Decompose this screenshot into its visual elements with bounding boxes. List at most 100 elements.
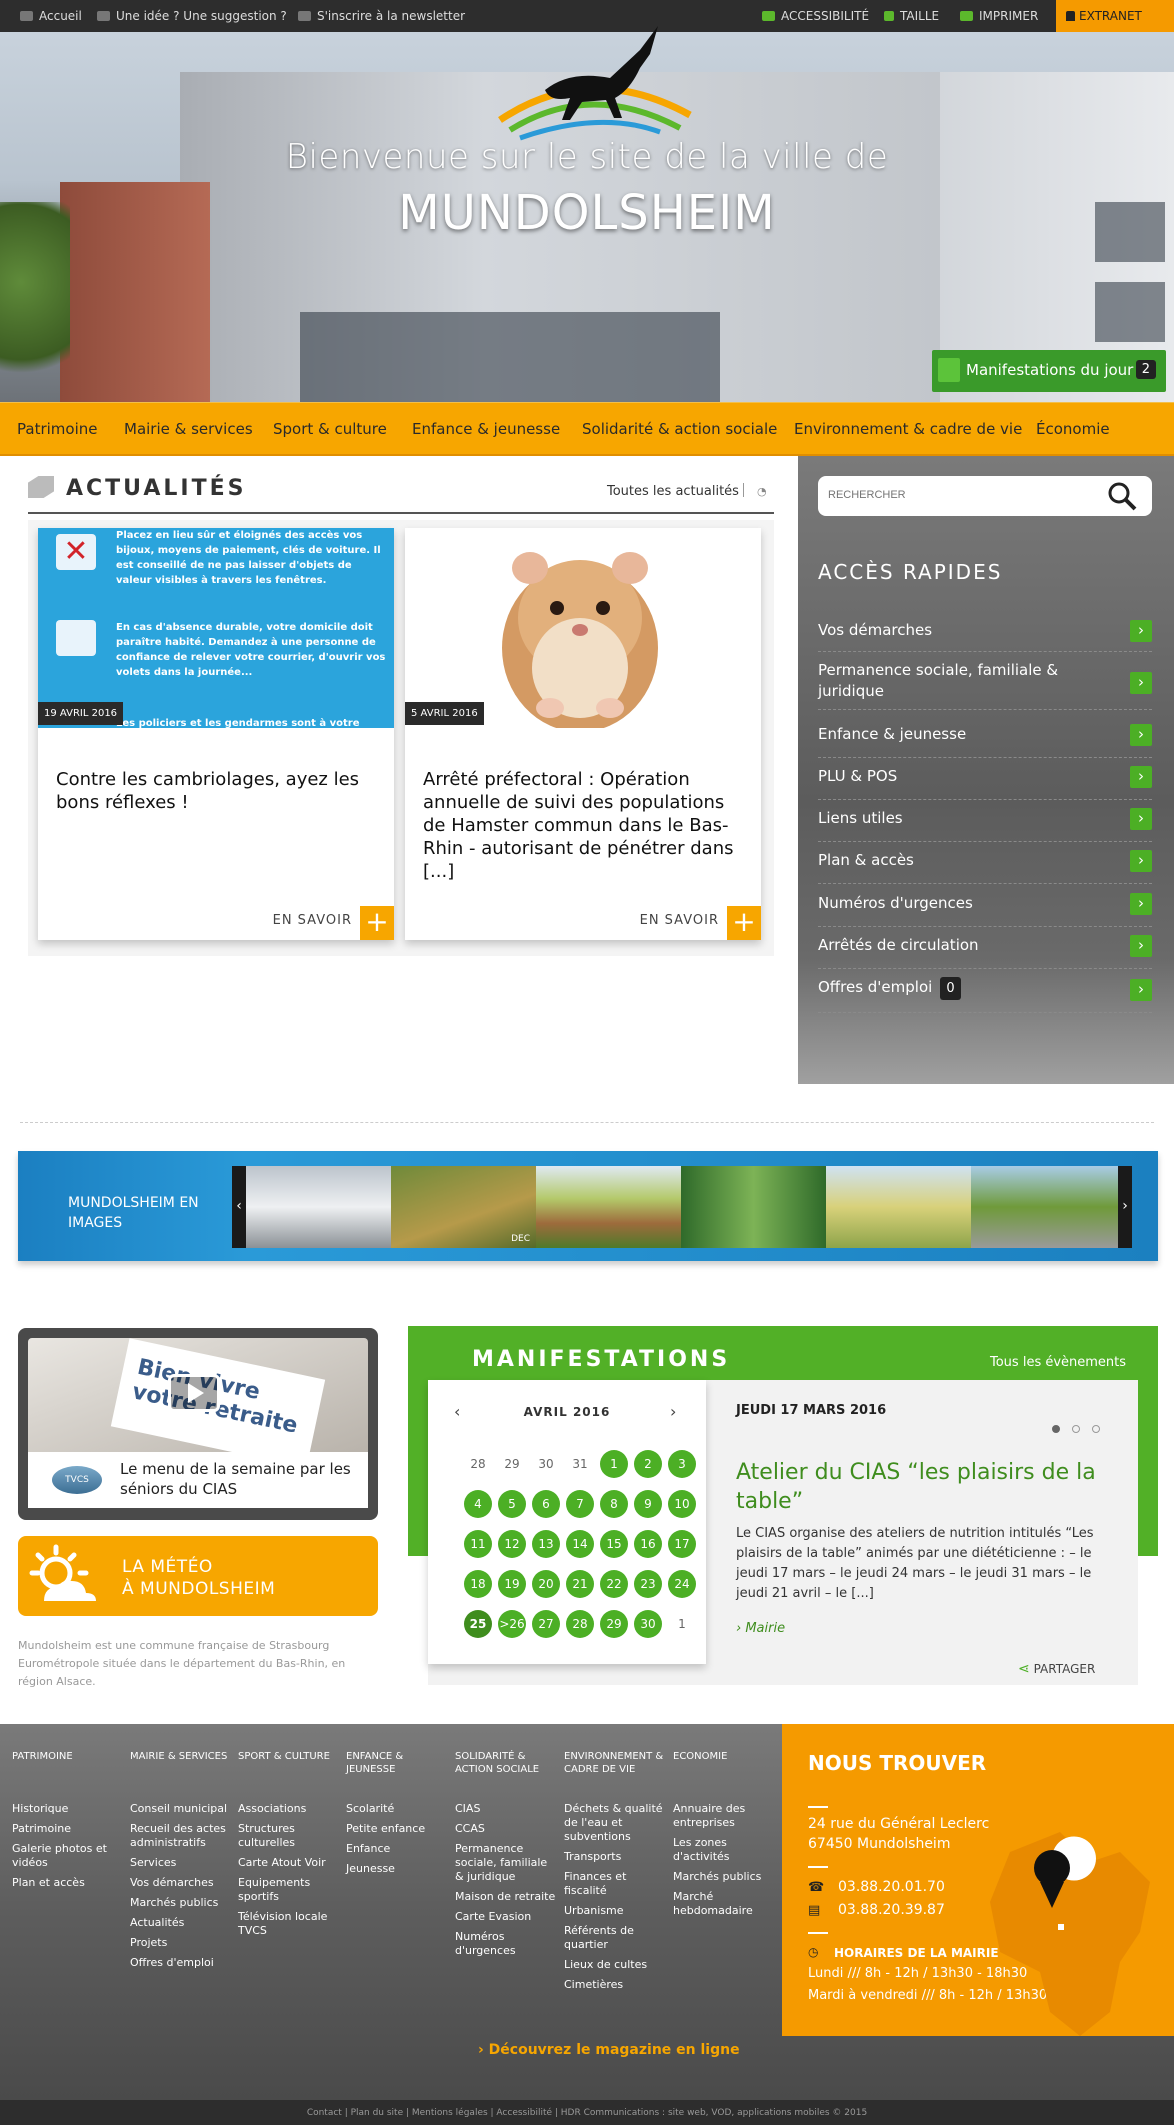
footer-link[interactable]: CIAS: [455, 1802, 557, 1816]
calendar-day[interactable]: 30: [634, 1610, 662, 1638]
footer-link[interactable]: Services: [130, 1856, 232, 1870]
carousel-dot[interactable]: [1052, 1425, 1060, 1433]
phone-number[interactable]: 03.88.20.01.70: [838, 1879, 945, 1895]
plus-icon[interactable]: +: [360, 906, 394, 940]
video-caption[interactable]: Le menu de la semaine par les séniors du…: [120, 1459, 360, 1499]
nav-item-enfance[interactable]: Enfance & jeunesse: [412, 420, 560, 438]
footer-link[interactable]: Associations: [238, 1802, 340, 1816]
calendar-day[interactable]: 2: [634, 1450, 662, 1478]
footer-link[interactable]: Déchets & qualité de l'eau et subvention…: [564, 1802, 666, 1844]
gallery-thumb[interactable]: DEC: [391, 1166, 536, 1248]
footer-link[interactable]: Carte Atout Voir: [238, 1856, 340, 1870]
calendar-day[interactable]: 19: [498, 1570, 526, 1598]
suggestion-link[interactable]: Une idée ? Une suggestion ?: [97, 9, 287, 23]
calendar-day[interactable]: 17: [668, 1530, 696, 1558]
quick-link-urgences[interactable]: Numéros d'urgences ›: [818, 893, 1152, 927]
calendar-day[interactable]: 6: [532, 1490, 560, 1518]
footer-link[interactable]: Transports: [564, 1850, 666, 1864]
map-icon[interactable]: [970, 1812, 1170, 2036]
footer-link[interactable]: Marché hebdomadaire: [673, 1890, 775, 1918]
calendar-day[interactable]: 28: [566, 1610, 594, 1638]
calendar-day[interactable]: 11: [464, 1530, 492, 1558]
all-news-link[interactable]: Toutes les actualités: [607, 484, 739, 499]
gallery-thumb[interactable]: [971, 1166, 1118, 1248]
footer-link[interactable]: Offres d'emploi: [130, 1956, 232, 1970]
calendar-day[interactable]: 4: [464, 1490, 492, 1518]
footer-link[interactable]: Equipements sportifs: [238, 1876, 340, 1904]
calendar-day[interactable]: 23: [634, 1570, 662, 1598]
news-card[interactable]: 5 AVRIL 2016 Arrêté préfectoral : Opérat…: [405, 528, 761, 940]
calendar-day[interactable]: 8: [600, 1490, 628, 1518]
calendar-day[interactable]: 22: [600, 1570, 628, 1598]
calendar-day[interactable]: 15: [600, 1530, 628, 1558]
footer-link[interactable]: Maison de retraite: [455, 1890, 557, 1904]
read-more-link[interactable]: EN SAVOIR: [640, 913, 719, 928]
calendar-day[interactable]: 16: [634, 1530, 662, 1558]
nav-item-environnement[interactable]: Environnement & cadre de vie: [794, 420, 1022, 438]
search-icon[interactable]: [1106, 480, 1138, 512]
footer-link[interactable]: Projets: [130, 1936, 232, 1950]
gallery-thumb[interactable]: [826, 1166, 971, 1248]
magazine-link[interactable]: › Découvrez le magazine en ligne: [478, 2042, 740, 2058]
event-category-link[interactable]: › Mairie: [736, 1621, 785, 1636]
footer-link[interactable]: Télévision locale TVCS: [238, 1910, 340, 1938]
footer-link[interactable]: Annuaire des entreprises: [673, 1802, 775, 1830]
quick-link-permanence[interactable]: Permanence sociale, familiale & juridiqu…: [818, 660, 1152, 710]
footer-link[interactable]: Structures culturelles: [238, 1822, 340, 1850]
all-events-link[interactable]: Tous les évènements: [990, 1355, 1126, 1370]
news-title-text[interactable]: Arrêté préfectoral : Opération annuelle …: [423, 768, 743, 883]
footer-link[interactable]: Jeunesse: [346, 1862, 448, 1876]
footer-link[interactable]: Plan et accès: [12, 1876, 122, 1890]
share-button[interactable]: ⋖ PARTAGER: [1018, 1661, 1095, 1677]
nav-item-solidarite[interactable]: Solidarité & action sociale: [582, 420, 777, 438]
footer-link[interactable]: Référents de quartier: [564, 1924, 666, 1952]
calendar-day[interactable]: 18: [464, 1570, 492, 1598]
calendar-day[interactable]: 9: [634, 1490, 662, 1518]
footer-link[interactable]: Scolarité: [346, 1802, 448, 1816]
footer-link[interactable]: Enfance: [346, 1842, 448, 1856]
events-today-button[interactable]: Manifestations du jour 2: [932, 350, 1166, 392]
footer-link[interactable]: Lieux de cultes: [564, 1958, 666, 1972]
footer-link[interactable]: Historique: [12, 1802, 122, 1816]
gallery-thumb[interactable]: [536, 1166, 681, 1248]
quick-link-plu[interactable]: PLU & POS ›: [818, 766, 1152, 800]
footer-link[interactable]: Galerie photos et vidéos: [12, 1842, 122, 1870]
event-title[interactable]: Atelier du CIAS “les plaisirs de la tabl…: [736, 1458, 1096, 1516]
calendar-day[interactable]: 27: [532, 1610, 560, 1638]
calendar-day[interactable]: 24: [668, 1570, 696, 1598]
home-link[interactable]: Accueil: [20, 9, 82, 23]
calendar-day[interactable]: 29: [600, 1610, 628, 1638]
gallery-thumb[interactable]: [681, 1166, 826, 1248]
footer-link[interactable]: Urbanisme: [564, 1904, 666, 1918]
nav-item-patrimoine[interactable]: Patrimoine: [17, 420, 97, 438]
calendar-day[interactable]: 13: [532, 1530, 560, 1558]
calendar-day[interactable]: 25: [464, 1610, 492, 1638]
quick-link-arretes[interactable]: Arrêtés de circulation ›: [818, 935, 1152, 969]
chevron-right-icon[interactable]: ›: [670, 1402, 676, 1421]
rss-icon[interactable]: ◔: [757, 485, 769, 498]
news-card[interactable]: ✕ Placez en lieu sûr et éloignés des acc…: [38, 528, 394, 940]
footer-link[interactable]: Patrimoine: [12, 1822, 122, 1836]
calendar-day[interactable]: 5: [498, 1490, 526, 1518]
footer-link[interactable]: Numéros d'urgences: [455, 1930, 557, 1958]
footer-link[interactable]: Carte Evasion: [455, 1910, 557, 1924]
text-size-link[interactable]: TAILLE: [884, 9, 939, 23]
footer-link[interactable]: Marchés publics: [673, 1870, 775, 1884]
gallery-thumb[interactable]: [246, 1166, 391, 1248]
calendar-day[interactable]: >26: [498, 1610, 526, 1638]
footer-link[interactable]: Conseil municipal: [130, 1802, 232, 1816]
footer-link[interactable]: Les zones d'activités: [673, 1836, 775, 1864]
plus-icon[interactable]: +: [727, 906, 761, 940]
read-more-link[interactable]: EN SAVOIR: [273, 913, 352, 928]
print-link[interactable]: IMPRIMER: [960, 9, 1038, 23]
footer-link[interactable]: Recueil des actes administratifs: [130, 1822, 232, 1850]
calendar-day[interactable]: 21: [566, 1570, 594, 1598]
nav-item-economie[interactable]: Économie: [1036, 420, 1110, 438]
calendar-day[interactable]: 14: [566, 1530, 594, 1558]
weather-label[interactable]: LA MÉTÉO À MUNDOLSHEIM: [122, 1556, 275, 1600]
unicorn-logo[interactable]: [490, 20, 700, 150]
footer-link[interactable]: Vos démarches: [130, 1876, 232, 1890]
play-icon[interactable]: [168, 1374, 220, 1412]
accessibility-link[interactable]: ACCESSIBILITÉ: [762, 9, 869, 23]
nav-item-sport[interactable]: Sport & culture: [273, 420, 387, 438]
